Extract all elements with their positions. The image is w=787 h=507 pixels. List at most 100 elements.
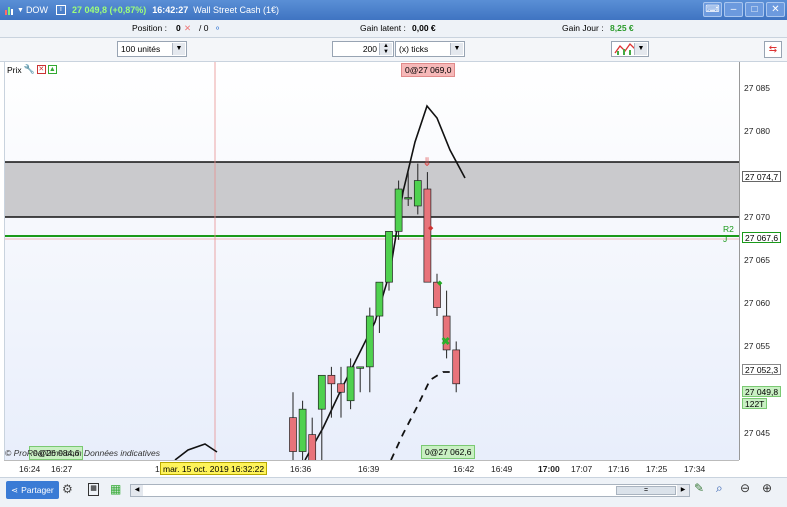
grid-icon[interactable]: ▦ [110, 482, 121, 496]
close-position-icon[interactable]: ✕ [184, 23, 191, 34]
symbol-name[interactable]: DOW [26, 5, 48, 15]
maximize-button[interactable]: □ [745, 2, 764, 17]
y-tick-label: 27 080 [744, 126, 770, 136]
current-price-box: 27 049,8 [742, 386, 782, 397]
share-label: Partager [21, 485, 54, 495]
x-tick-label: 16:42 [453, 464, 475, 474]
diamond-marker-icon: ◆ [428, 225, 434, 232]
down-arrow-marker-icon: ⇓ [422, 155, 432, 169]
top-order-label[interactable]: 0@27 069,0 [401, 63, 456, 77]
instrument-name: Wall Street Cash (1€) [193, 5, 279, 15]
chart-app-icon[interactable] [4, 5, 15, 16]
calculator-icon[interactable]: ▦ [88, 483, 99, 496]
bottom-toolbar: ⋖ Partager ⚙ ▦ ▦ ◀ = ▶ ✎ ⌕ ⊖ ⊕ [0, 477, 787, 507]
candle-body[interactable] [289, 417, 297, 452]
indicators-icon[interactable]: ⚙ [62, 482, 73, 496]
x-tick-label: 16:36 [290, 464, 312, 474]
ticks-count-stepper[interactable]: 200 ▲ ▼ [332, 41, 394, 57]
indicator-icon [614, 42, 636, 55]
candle-body[interactable] [337, 383, 345, 393]
zoom-auto-icon[interactable]: ⌕ [716, 481, 723, 496]
units-select[interactable]: 100 unités ▼ [117, 41, 187, 57]
x-tick-label: 16:24 [19, 464, 41, 474]
candle-body[interactable] [404, 197, 413, 200]
window-titlebar: ▼ DOW i 27 049,8 (+0,87%) 16:42:27 Wall … [0, 0, 787, 20]
price-band [5, 162, 740, 217]
price-chart[interactable]: ⇓ ✖ ◆ ◆ Prix 🔧 ✕ ▲ 0@27 069,0 0@27 062,6… [4, 62, 740, 460]
gain-jour-value: 8,25 € [610, 23, 634, 33]
candle-body[interactable] [413, 180, 422, 207]
scroll-left-icon[interactable]: ◀ [131, 485, 143, 496]
close-indicator-icon[interactable]: ✕ [36, 65, 46, 74]
candlestick-chart[interactable]: ⇓ ✖ ◆ ◆ [5, 62, 740, 460]
chart-type-select[interactable]: ▼ [611, 41, 649, 57]
expand-up-icon[interactable]: ▲ [47, 65, 57, 74]
y-tick-label: 27 065 [744, 255, 770, 265]
cross-marker-icon: ✖ [441, 336, 450, 348]
position-value: 0 [176, 23, 181, 33]
x-tick-label: 17:00 [538, 464, 560, 474]
x-tick-label: 17:34 [684, 464, 706, 474]
x-tick-label: 17:16 [608, 464, 630, 474]
candle-body[interactable] [423, 188, 432, 283]
wrench-icon[interactable]: 🔧 [24, 64, 35, 75]
volume-box: 122T [742, 398, 768, 409]
zoom-out-icon[interactable]: ⊖ [740, 481, 750, 495]
stepper-arrows-icon[interactable]: ▲ ▼ [379, 43, 392, 55]
share-icon: ⋖ [11, 485, 19, 495]
cursor-date-label: mar. 15 oct. 2019 16:32:22 [160, 462, 268, 475]
x-tick-label: 16:27 [51, 464, 73, 474]
chevron-down-icon[interactable]: ▼ [634, 43, 647, 55]
diamond-marker-icon: ◆ [437, 280, 443, 287]
chart-toolbar: 100 unités ▼ 200 ▲ ▼ (x) ticks ▼ ▼ ⇆ [0, 38, 787, 62]
bottom-order-label[interactable]: 0@27 062,6 [421, 445, 476, 459]
y-tick-label: 27 060 [744, 298, 770, 308]
candle-body[interactable] [394, 188, 403, 232]
position-infobar: Position : 0 ✕ / 0 ⚬ Gain latent : 0,00 … [0, 20, 787, 38]
chevron-down-icon[interactable]: ▼ [172, 43, 185, 55]
horizontal-scrollbar[interactable]: ◀ = ▶ [130, 484, 690, 497]
close-button[interactable]: ✕ [766, 2, 785, 17]
candle-body[interactable] [385, 231, 393, 283]
ticks-unit-select[interactable]: (x) ticks ▼ [395, 41, 465, 57]
y-tick-label: 27 055 [744, 341, 770, 351]
scroll-thumb[interactable]: = [616, 486, 676, 495]
symbol-dropdown-arrow-icon[interactable]: ▼ [17, 7, 24, 14]
indicator-solid-line [174, 443, 218, 460]
band-top-price-box: 27 074,7 [742, 171, 782, 182]
candle-body[interactable] [308, 434, 317, 460]
chevron-down-icon[interactable]: ▼ [450, 43, 463, 55]
x-tick-label: 17:25 [646, 464, 668, 474]
minimize-button[interactable]: – [724, 2, 743, 17]
r2-label: R2 J [723, 224, 734, 244]
lower-price-box: 27 052,3 [742, 364, 782, 375]
candle-body[interactable] [298, 408, 307, 452]
candle-body[interactable] [375, 281, 384, 317]
keyboard-icon[interactable]: ⌨ [703, 2, 722, 17]
gain-jour-label: Gain Jour : [562, 23, 604, 33]
candle-body[interactable] [356, 366, 365, 369]
share-button[interactable]: ⋖ Partager [6, 481, 59, 499]
info-icon[interactable]: i [55, 5, 66, 15]
price-change: 27 049,8 (+0,87%) [71, 5, 147, 15]
zoom-in-icon[interactable]: ⊕ [762, 481, 772, 495]
position-separator: / 0 [199, 23, 209, 33]
price-axis[interactable]: 27 085 27 080 27 070 27 065 27 060 27 05… [739, 62, 787, 460]
x-tick-label: 16:49 [491, 464, 513, 474]
scroll-thumb-grip: = [643, 487, 649, 494]
current-time: 16:42:27 [152, 5, 189, 15]
scroll-right-icon[interactable]: ▶ [677, 485, 689, 496]
candle-body[interactable] [365, 315, 374, 368]
drawing-tool-icon[interactable]: ✎ [694, 481, 704, 495]
candle-body[interactable] [452, 349, 461, 385]
orders-icon[interactable]: ⚬ [214, 23, 221, 34]
gain-latent-label: Gain latent : [360, 23, 406, 33]
candle-body[interactable] [327, 374, 336, 385]
candle-body[interactable] [317, 374, 326, 410]
time-axis[interactable]: 16:24 16:27 1 mar. 15 oct. 2019 16:32:22… [4, 460, 739, 477]
x-tick-label: 16:39 [358, 464, 380, 474]
x-tick-label: 17:07 [571, 464, 593, 474]
chart-settings-icon[interactable]: ⇆ [764, 41, 782, 58]
prix-toolbox: Prix 🔧 ✕ ▲ [7, 64, 57, 75]
candle-body[interactable] [346, 366, 355, 402]
